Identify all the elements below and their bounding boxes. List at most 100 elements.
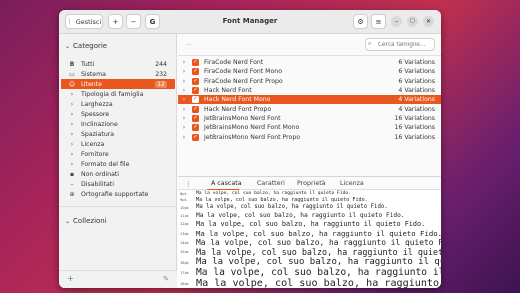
maximize-button[interactable]: □ — [407, 16, 418, 27]
font-row-hack-propo[interactable]: › ✓ Hack Nerd Font Propo 4 Variations — [178, 105, 441, 114]
font-row-firacode-mono[interactable]: › ✓ FiraCode Nerd Font Mono 6 Variations — [178, 67, 441, 76]
sidebar-item-label: Inclinazione — [81, 120, 118, 128]
font-row-jetbrains-propo[interactable]: › ✓ JetBrainsMono Nerd Font Propo 16 Var… — [178, 132, 441, 141]
font-row-hack[interactable]: › ✓ Hack Nerd Font 4 Variations — [178, 86, 441, 95]
sidebar-item-formato[interactable]: › Formato del file — [61, 159, 175, 169]
categories-header[interactable]: ⌄ Categorie — [65, 42, 107, 50]
sidebar-item-sistema[interactable]: ▭ Sistema 232 — [61, 69, 175, 79]
user-icon: ☺ — [68, 80, 76, 88]
preview-text: Ma la volpe, col suo balzo, ha raggiunto… — [196, 229, 441, 238]
close-button[interactable]: ✕ — [423, 16, 434, 27]
font-variations: 16 Variations — [394, 114, 435, 122]
checkbox-icon[interactable]: ✓ — [192, 68, 199, 76]
preview-text: Ma la volpe, col suo balzo, ha raggiunto… — [196, 267, 441, 278]
font-row-firacode-propo[interactable]: › ✓ FiraCode Nerd Font Propo 6 Variation… — [178, 77, 441, 86]
preview-size: 8pt. — [180, 191, 188, 196]
chevron-right-icon[interactable]: › — [180, 115, 188, 122]
collections-header[interactable]: ⌄ Collezioni — [65, 217, 107, 225]
search-input[interactable] — [365, 38, 435, 51]
tab-a-cascata[interactable]: A cascata — [211, 180, 242, 187]
chevron-right-icon[interactable]: › — [180, 124, 188, 131]
minimize-icon: – — [395, 17, 398, 25]
sidebar-item-larghezza[interactable]: › Larghezza — [61, 99, 175, 109]
preview-text: Ma la volpe, col suo balzo, ha raggiunto… — [196, 191, 351, 196]
tab-proprieta[interactable]: Proprietà — [297, 180, 326, 187]
preview-size: 11pt. — [180, 214, 190, 218]
main-pane: ... ⌕ › ✓ FiraCode Nerd Font 6 Variation… — [178, 34, 441, 288]
chevron-right-icon[interactable]: › — [180, 106, 188, 113]
preview-text: Ma la volpe, col suo balzo, ha raggiunto… — [196, 204, 388, 210]
sidebar-item-label: Ortografie supportate — [81, 190, 149, 198]
checkbox-icon[interactable]: ✓ — [192, 87, 199, 95]
chevron-right-icon: › — [70, 130, 74, 138]
settings-button[interactable]: ⚙ — [353, 14, 368, 29]
checkbox-icon[interactable]: ✓ — [192, 77, 199, 85]
font-name: JetBrainsMono Nerd Font — [204, 114, 281, 122]
sidebar-item-label: Tutti — [81, 60, 95, 68]
sidebar-item-spaziatura[interactable]: › Spaziatura — [61, 129, 175, 139]
preview-menu-icon[interactable]: ⋮ — [185, 180, 192, 188]
font-name: FiraCode Nerd Font — [204, 59, 264, 67]
tab-licenza[interactable]: Licenza — [340, 180, 364, 187]
sidebar-item-label: Utente — [81, 80, 102, 88]
font-row-hack-mono[interactable]: › ✓ Hack Nerd Font Mono 4 Variations — [178, 95, 441, 105]
chevron-right-icon: › — [70, 110, 74, 118]
tab-caratteri[interactable]: Caratteri — [257, 180, 285, 187]
sidebar-item-inclinazione[interactable]: › Inclinazione — [61, 119, 175, 129]
sidebar-item-fornitore[interactable]: › Fornitore — [61, 149, 175, 159]
sidebar-item-ortografie[interactable]: ⊕ Ortografie supportate — [61, 189, 175, 199]
chevron-right-icon: › — [70, 160, 74, 168]
chevron-right-icon[interactable]: › — [180, 68, 188, 75]
preview-size: 18pt. — [180, 282, 190, 286]
header-bar: ⋮ Gestisci + − G Font Manager ⚙ ≡ – □ ✕ — [59, 10, 441, 34]
disabled-icon: – — [70, 180, 74, 188]
sidebar-item-label: Fornitore — [81, 150, 109, 158]
font-row-jetbrains[interactable]: › ✓ JetBrainsMono Nerd Font 16 Variation… — [178, 114, 441, 123]
checkbox-icon[interactable]: ✓ — [192, 96, 199, 104]
sidebar-item-utente[interactable]: ☺ Utente 12 — [61, 79, 175, 89]
checkbox-icon[interactable]: ✓ — [192, 59, 199, 67]
sidebar-item-label: Formato del file — [81, 160, 130, 168]
sidebar-item-tipologia[interactable]: › Tipologia di famiglia — [61, 89, 175, 99]
preview-size: 12pt. — [180, 222, 190, 226]
chevron-right-icon[interactable]: › — [180, 134, 188, 141]
breadcrumb: ... — [186, 40, 192, 47]
maximize-icon: □ — [410, 18, 415, 24]
font-variations: 16 Variations — [394, 124, 435, 132]
font-row-jetbrains-mono[interactable]: › ✓ JetBrainsMono Nerd Font Mono 16 Vari… — [178, 123, 441, 132]
font-variations: 4 Variations — [398, 96, 435, 104]
preview-text: Ma la volpe, col suo balzo, ha raggiunto… — [196, 197, 368, 203]
sidebar-item-disabilitati[interactable]: – Disabilitati — [61, 179, 175, 189]
preview-text: Ma la volpe, col suo balzo, ha raggiunto… — [196, 247, 441, 257]
sidebar: ⌄ Categorie B Tutti 244 ▭ Sistema 232 ☺ … — [59, 34, 177, 288]
sidebar-divider — [59, 206, 177, 207]
sidebar-item-spessore[interactable]: › Spessore — [61, 109, 175, 119]
font-variations: 6 Variations — [398, 77, 435, 85]
font-row-firacode[interactable]: › ✓ FiraCode Nerd Font 6 Variations — [178, 58, 441, 67]
sidebar-item-tutti[interactable]: B Tutti 244 — [61, 59, 175, 69]
main-menu-button[interactable]: ≡ — [371, 14, 386, 29]
minimize-button[interactable]: – — [391, 16, 402, 27]
preview-size: 14pt. — [180, 241, 190, 245]
sidebar-item-licenza[interactable]: › Licenza — [61, 139, 175, 149]
chevron-right-icon[interactable]: › — [180, 59, 188, 66]
monitor-icon: ▭ — [69, 70, 75, 78]
add-collection-icon[interactable]: + — [67, 274, 74, 283]
sidebar-footer: + ✎ — [59, 270, 177, 288]
font-variations: 4 Variations — [398, 87, 435, 95]
remove-collection-icon[interactable]: ✎ — [163, 275, 169, 283]
checkbox-icon[interactable]: ✓ — [192, 133, 199, 141]
sidebar-item-non-ordinati[interactable]: ▪ Non ordinati — [61, 169, 175, 179]
checkbox-icon[interactable]: ✓ — [192, 124, 199, 132]
chevron-right-icon[interactable]: › — [180, 96, 188, 103]
chevron-down-icon: ⌄ — [65, 42, 71, 50]
categories-title: Categorie — [73, 42, 108, 50]
collections-title: Collezioni — [73, 217, 107, 225]
chevron-right-icon[interactable]: › — [180, 87, 188, 94]
checkbox-icon[interactable]: ✓ — [192, 105, 199, 113]
chevron-right-icon[interactable]: › — [180, 78, 188, 85]
chevron-right-icon: › — [70, 140, 74, 148]
search-wrapper: ⌕ — [365, 38, 435, 51]
sidebar-item-label: Non ordinati — [81, 170, 120, 178]
checkbox-icon[interactable]: ✓ — [192, 114, 199, 122]
